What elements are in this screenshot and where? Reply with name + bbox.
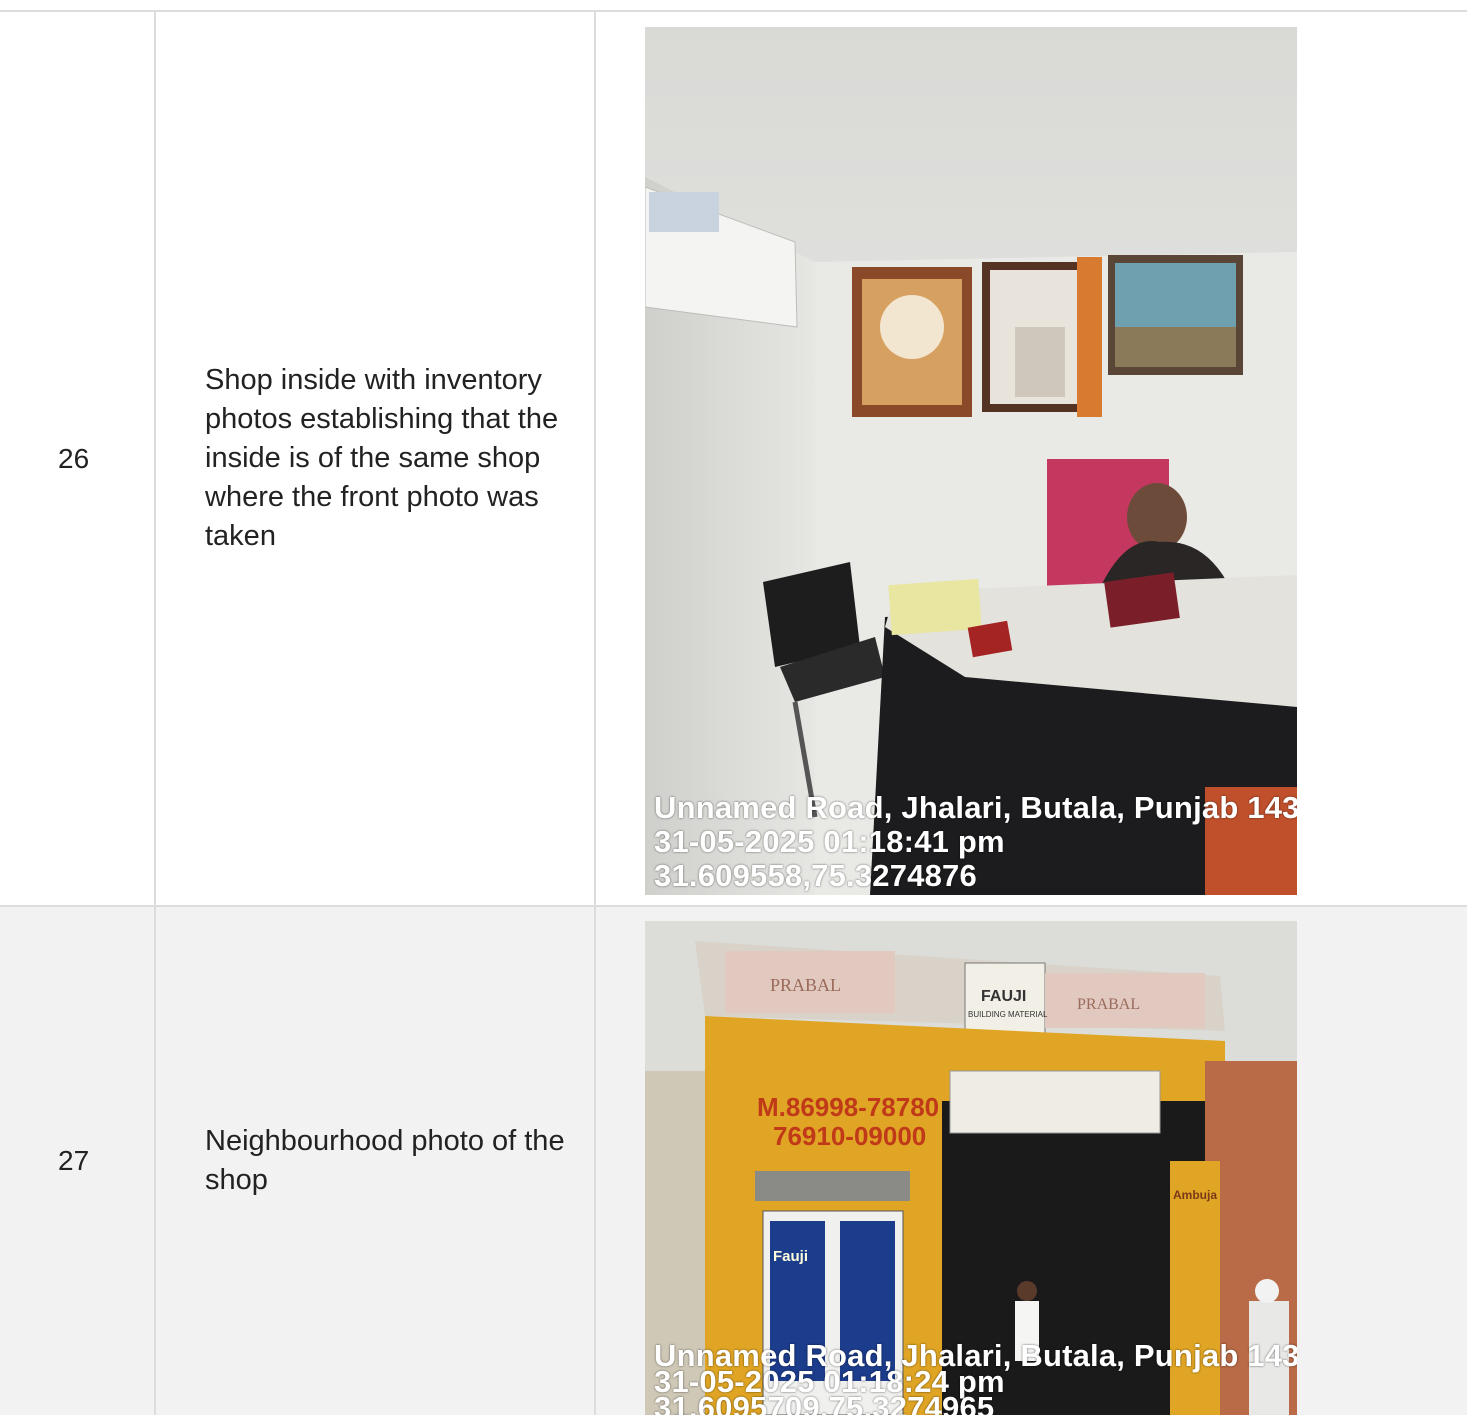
row-number: 27 bbox=[0, 907, 156, 1415]
stamp-coords: 31.609558,75.3274876 bbox=[654, 858, 977, 893]
door-fauji-text: Fauji bbox=[773, 1248, 808, 1265]
row-description: Neighbourhood photo of the shop bbox=[156, 907, 596, 1415]
row-number: 26 bbox=[0, 12, 156, 905]
stamp-address: Unnamed Road, Jhalari, Butala, Punjab 14… bbox=[654, 790, 1297, 825]
brand-text-left: PRABAL bbox=[770, 975, 841, 995]
photo-stamp: Unnamed Road, Jhalari, Butala, Punjab 14… bbox=[654, 791, 1297, 893]
row-description: Shop inside with inventory photos establ… bbox=[156, 12, 596, 905]
photo-table: 26 Shop inside with inventory photos est… bbox=[0, 10, 1467, 1415]
shop-inside-illustration bbox=[645, 27, 1297, 895]
shop-front-photo: PRABAL PRABAL FAUJI BUILDING MATERIAL M.… bbox=[645, 921, 1297, 1415]
shop-inside-photo: Unnamed Road, Jhalari, Butala, Punjab 14… bbox=[645, 27, 1297, 895]
table-row: 26 Shop inside with inventory photos est… bbox=[0, 12, 1467, 907]
cement-text: Ambuja bbox=[1173, 1188, 1217, 1202]
table-row: 27 Neighbourhood photo of the shop PRABA… bbox=[0, 907, 1467, 1415]
board-sub-text: BUILDING MATERIAL bbox=[968, 1010, 1048, 1019]
photo-stamp: Unnamed Road, Jhalari, Butala, Punjab 14… bbox=[654, 1340, 1297, 1415]
stamp-datetime: 31-05-2025 01:18:41 pm bbox=[654, 824, 1005, 859]
board-name-text: FAUJI bbox=[981, 988, 1026, 1005]
brand-text-right: PRABAL bbox=[1077, 996, 1140, 1013]
phone-sign-2: 76910-09000 bbox=[773, 1121, 926, 1151]
phone-sign-1: M.86998-78780 bbox=[757, 1092, 939, 1122]
stamp-coords: 31.6095709,75.3274965 bbox=[654, 1390, 995, 1415]
photo-cell: Unnamed Road, Jhalari, Butala, Punjab 14… bbox=[598, 12, 1467, 905]
photo-cell: PRABAL PRABAL FAUJI BUILDING MATERIAL M.… bbox=[598, 907, 1467, 1415]
